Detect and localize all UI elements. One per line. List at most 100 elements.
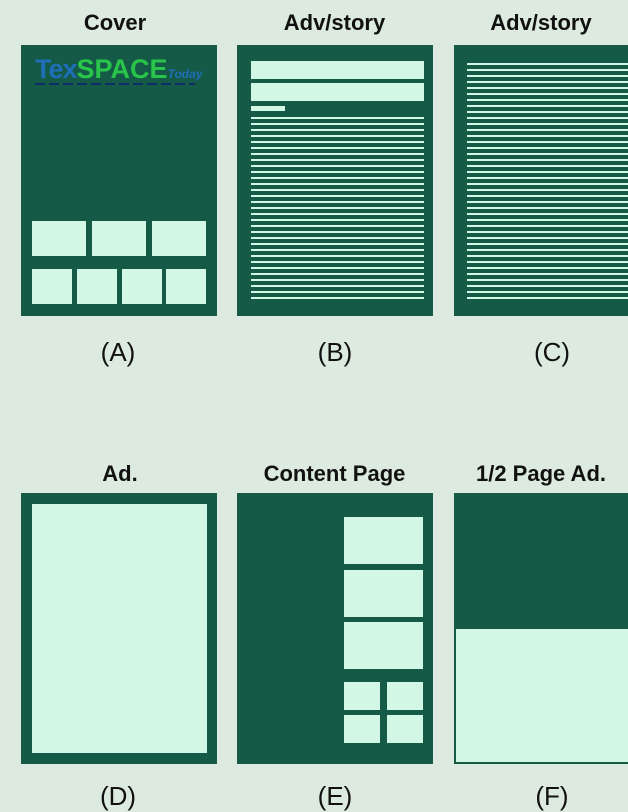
text-line (467, 165, 628, 167)
text-line (251, 237, 424, 239)
text-line (251, 159, 424, 161)
text-line (467, 291, 628, 293)
text-line (467, 225, 628, 227)
content-block (387, 682, 423, 710)
content-block (344, 517, 423, 564)
magazine-logo: TexSPACEToday (35, 54, 203, 84)
half-page-ad-block (456, 629, 628, 762)
content-page (237, 493, 433, 764)
text-line (467, 201, 628, 203)
full-page-ad-block (32, 504, 207, 753)
panel-caption-f: (F) (535, 781, 569, 811)
content-block (344, 622, 423, 669)
text-line (467, 159, 628, 161)
text-line (251, 141, 424, 143)
text-line (467, 63, 628, 65)
cover-block (166, 269, 206, 304)
text-line (251, 279, 424, 281)
text-line (251, 267, 424, 269)
cover-block (32, 221, 86, 256)
text-line (467, 261, 628, 263)
text-line (251, 189, 424, 191)
text-line (251, 201, 424, 203)
text-line (251, 153, 424, 155)
text-line (467, 147, 628, 149)
panel-caption-b: (B) (317, 337, 353, 367)
text-line (251, 195, 424, 197)
cover-block (122, 269, 162, 304)
text-line (251, 285, 424, 287)
text-line (467, 93, 628, 95)
text-line (467, 183, 628, 185)
text-line (467, 69, 628, 71)
panel-caption-c: (C) (533, 337, 571, 367)
text-line (467, 153, 628, 155)
subhead-block (251, 83, 424, 101)
panel-caption-e: (E) (317, 781, 353, 811)
text-line (251, 225, 424, 227)
text-line (251, 231, 424, 233)
panel-title-adv-story-b: Adv/story (283, 10, 386, 35)
text-line (251, 117, 424, 119)
text-line (467, 249, 628, 251)
text-line (467, 177, 628, 179)
text-line (251, 165, 424, 167)
text-line (467, 267, 628, 269)
text-line (467, 123, 628, 125)
text-line (251, 207, 424, 209)
text-line (467, 195, 628, 197)
text-line (467, 99, 628, 101)
cover-block (92, 221, 146, 256)
text-line (467, 129, 628, 131)
text-line (251, 255, 424, 257)
text-line (467, 237, 628, 239)
text-line (251, 243, 424, 245)
text-line (251, 171, 424, 173)
text-line (251, 129, 424, 131)
text-line (467, 81, 628, 83)
headline-block (251, 61, 424, 79)
text-line (467, 213, 628, 215)
text-line (251, 147, 424, 149)
content-block (387, 715, 423, 743)
content-block (344, 715, 380, 743)
text-line (251, 219, 424, 221)
text-line (467, 219, 628, 221)
text-line (251, 261, 424, 263)
cover-block (32, 269, 72, 304)
panel-title-adv-story-c: Adv/story (490, 10, 592, 35)
text-line (251, 297, 424, 299)
text-line (467, 255, 628, 257)
text-line (467, 105, 628, 107)
text-line (467, 231, 628, 233)
text-line (467, 111, 628, 113)
byline-block (251, 106, 285, 111)
text-line (467, 207, 628, 209)
text-line (467, 243, 628, 245)
cover-page: TexSPACEToday (21, 45, 217, 316)
panel-caption-d: (D) (99, 781, 137, 811)
panel-title-cover: Cover (83, 10, 147, 35)
text-line (467, 171, 628, 173)
text-line (467, 189, 628, 191)
text-line (467, 141, 628, 143)
text-line (251, 291, 424, 293)
adv-story-page-c (454, 45, 628, 316)
panel-title-ad: Ad. (102, 461, 138, 486)
text-line (467, 117, 628, 119)
text-line (251, 177, 424, 179)
text-line (251, 135, 424, 137)
text-line (467, 297, 628, 299)
content-block (344, 570, 423, 617)
text-line (251, 249, 424, 251)
text-line (467, 75, 628, 77)
logo-tagline (35, 83, 195, 85)
panel-title-content-page: Content Page (263, 461, 406, 486)
text-line (251, 123, 424, 125)
ad-page (21, 493, 217, 764)
half-page-ad-page (454, 493, 628, 764)
cover-block (77, 269, 117, 304)
text-line (467, 135, 628, 137)
panel-title-half-page-ad: 1/2 Page Ad. (475, 461, 606, 486)
text-line (251, 273, 424, 275)
